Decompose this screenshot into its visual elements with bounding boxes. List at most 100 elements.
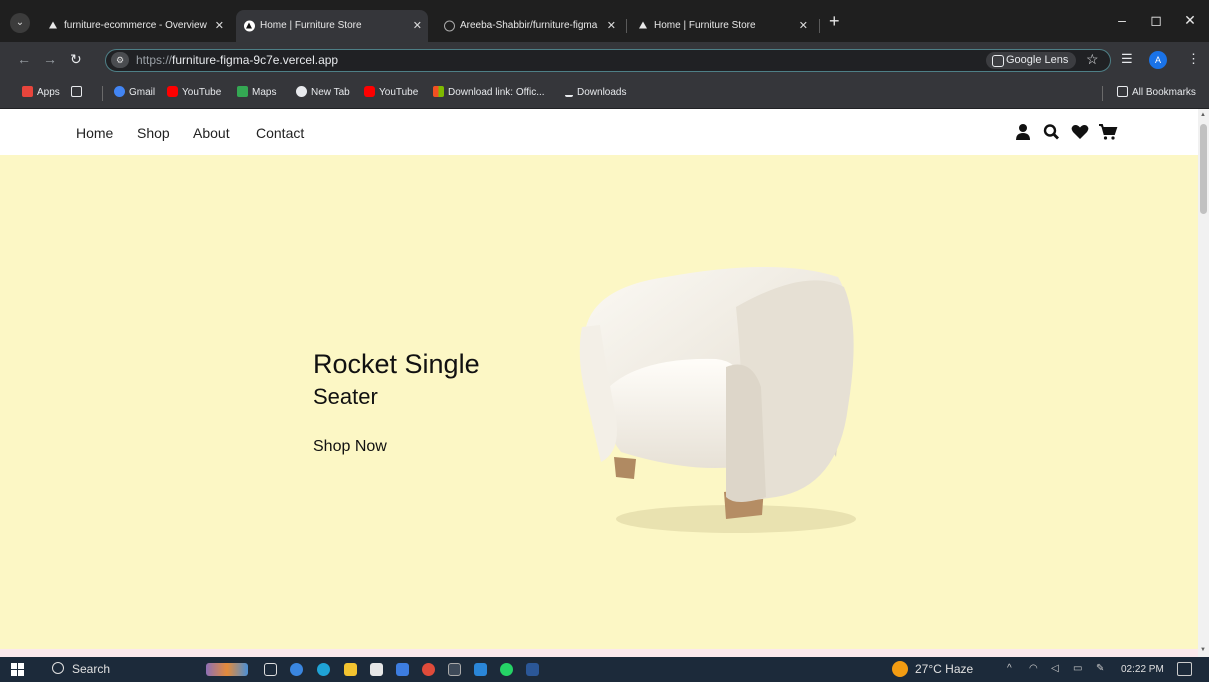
bookmark-label: Download link: Offic... xyxy=(448,87,545,98)
notifications-icon[interactable] xyxy=(1177,662,1192,676)
pen-icon[interactable]: ✎ xyxy=(1096,663,1104,674)
browser-tabstrip: ⌄ furniture-ecommerce - Overview ✕ Home … xyxy=(0,0,1209,42)
windows-start-icon[interactable] xyxy=(11,663,24,676)
bookmark-gmail[interactable]: Gmail xyxy=(114,86,155,98)
tab-home-furniture-store[interactable]: Home | Furniture Store ✕ xyxy=(630,12,814,40)
google-lens-label: Google Lens xyxy=(1006,54,1069,66)
bookmark-label: Maps xyxy=(252,87,277,98)
store-icon[interactable] xyxy=(370,663,383,676)
taskbar-search[interactable]: Search xyxy=(52,662,110,676)
chrome-icon[interactable] xyxy=(422,663,435,676)
bookmark-separator xyxy=(102,86,103,101)
whatsapp-icon[interactable] xyxy=(500,663,513,676)
qr-icon xyxy=(71,86,82,97)
close-icon[interactable]: ✕ xyxy=(607,12,616,40)
reload-icon[interactable]: ↻ xyxy=(70,51,82,68)
vercel-icon xyxy=(244,20,255,32)
nav-home[interactable]: Home xyxy=(76,125,113,141)
bookmark-new-tab[interactable]: New Tab xyxy=(296,86,350,98)
youtube-icon xyxy=(364,86,375,97)
tab-search-button[interactable]: ⌄ xyxy=(10,13,30,33)
bookmark-qr[interactable] xyxy=(71,86,86,98)
terminal-icon[interactable] xyxy=(448,663,461,676)
download-icon xyxy=(565,86,573,97)
tab-github-repo[interactable]: Areeba-Shabbir/furniture-figma ✕ xyxy=(436,12,622,40)
forward-arrow-icon[interactable]: → xyxy=(43,51,57,67)
tab-title: Home | Furniture Store xyxy=(654,20,756,31)
google-lens-button[interactable]: Google Lens xyxy=(986,52,1077,69)
tab-title: Areeba-Shabbir/furniture-figma xyxy=(460,20,598,31)
close-icon[interactable]: ✕ xyxy=(413,10,422,42)
wifi-icon[interactable]: ◠ xyxy=(1029,663,1038,674)
bookmark-label: Downloads xyxy=(577,87,627,98)
copilot-icon[interactable] xyxy=(290,663,303,676)
site-info-icon[interactable]: ⚙ xyxy=(111,52,129,68)
page-scrollbar[interactable]: ▲ ▼ xyxy=(1198,109,1209,657)
more-menu-icon[interactable]: ⋮ xyxy=(1187,51,1200,67)
word-icon[interactable] xyxy=(526,663,539,676)
hero-title: Rocket Single xyxy=(313,349,480,379)
heart-icon[interactable] xyxy=(1070,123,1090,141)
url-scheme: https:// xyxy=(136,53,173,67)
nav-contact[interactable]: Contact xyxy=(256,125,304,141)
bookmark-star-icon[interactable]: ☆ xyxy=(1086,51,1099,68)
bookmark-download-office[interactable]: Download link: Offic... xyxy=(433,86,545,98)
reading-list-icon[interactable]: ☰ xyxy=(1121,51,1133,67)
tab-title: furniture-ecommerce - Overview xyxy=(64,20,207,31)
site-header: Home Shop About Contact xyxy=(0,109,1198,155)
all-bookmarks-button[interactable]: All Bookmarks xyxy=(1117,86,1196,98)
minimize-button[interactable]: – xyxy=(1112,12,1132,28)
battery-icon[interactable]: ▭ xyxy=(1073,663,1082,674)
search-icon[interactable] xyxy=(1042,123,1062,141)
user-icon[interactable] xyxy=(1013,123,1033,141)
volume-icon[interactable]: ◁ xyxy=(1051,663,1059,674)
edge-icon[interactable] xyxy=(317,663,330,676)
file-explorer-icon[interactable] xyxy=(344,663,357,676)
vscode-icon[interactable] xyxy=(474,663,487,676)
tab-title: Home | Furniture Store xyxy=(260,20,362,31)
google-icon xyxy=(114,86,125,97)
weather-icon[interactable] xyxy=(892,661,908,677)
close-window-button[interactable]: ✕ xyxy=(1180,12,1200,29)
scroll-down-arrow-icon[interactable]: ▼ xyxy=(1200,647,1206,653)
close-icon[interactable]: ✕ xyxy=(799,12,808,40)
weather-text[interactable]: 27°C Haze xyxy=(915,662,973,676)
bookmark-youtube[interactable]: YouTube xyxy=(167,86,221,98)
bookmarks-bar: Apps Gmail YouTube Maps New Tab YouTube … xyxy=(0,78,1209,109)
tab-home-furniture-store-active[interactable]: Home | Furniture Store ✕ xyxy=(236,10,428,42)
back-arrow-icon[interactable]: ← xyxy=(17,51,31,67)
scrollbar-thumb[interactable] xyxy=(1200,124,1207,214)
bookmark-downloads[interactable]: Downloads xyxy=(565,86,626,98)
new-tab-button[interactable]: + xyxy=(829,11,840,32)
scroll-up-arrow-icon[interactable]: ▲ xyxy=(1200,112,1206,118)
bookmark-separator xyxy=(1102,86,1103,101)
address-bar[interactable]: ⚙ https://furniture-figma-9c7e.vercel.ap… xyxy=(105,49,1111,72)
url-text[interactable]: https://furniture-figma-9c7e.vercel.app xyxy=(136,53,338,67)
hero-section: Rocket Single Seater Shop Now xyxy=(0,155,1198,649)
outlook-icon[interactable] xyxy=(396,663,409,676)
vercel-icon xyxy=(48,21,59,32)
close-icon[interactable]: ✕ xyxy=(215,12,224,40)
bookmark-apps[interactable]: Apps xyxy=(22,86,60,98)
bookmark-youtube-2[interactable]: YouTube xyxy=(364,86,418,98)
windows-taskbar: Search 27°C Haze ^ ◠ ◁ ▭ ✎ 02:22 PM xyxy=(0,657,1209,682)
tray-chevron-icon[interactable]: ^ xyxy=(1007,663,1012,674)
nav-about[interactable]: About xyxy=(193,125,230,141)
next-section-edge xyxy=(0,649,1198,657)
url-host: furniture-figma-9c7e.vercel.app xyxy=(172,53,339,67)
bookmark-maps[interactable]: Maps xyxy=(237,86,276,98)
profile-avatar[interactable]: A xyxy=(1149,51,1167,69)
tab-furniture-overview[interactable]: furniture-ecommerce - Overview ✕ xyxy=(40,12,230,40)
restore-button[interactable]: ◻ xyxy=(1146,12,1166,29)
clock[interactable]: 02:22 PM xyxy=(1121,664,1164,675)
tab-separator xyxy=(626,19,627,33)
cart-icon[interactable] xyxy=(1098,123,1118,141)
shop-now-link[interactable]: Shop Now xyxy=(313,438,387,456)
nav-shop[interactable]: Shop xyxy=(137,125,170,141)
hero-subtitle: Seater xyxy=(313,384,378,409)
bookmark-label: YouTube xyxy=(182,87,222,98)
search-highlight-icon[interactable] xyxy=(206,663,248,676)
youtube-icon xyxy=(167,86,178,97)
task-view-icon[interactable] xyxy=(264,663,277,676)
globe-icon xyxy=(296,86,307,97)
